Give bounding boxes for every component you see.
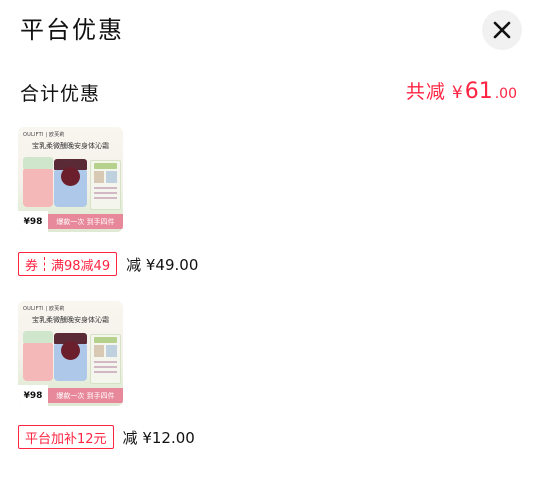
summary-total-prefix: 共减: [405, 81, 446, 103]
close-button[interactable]: [482, 10, 522, 50]
discount-item: OULIFTI | 欧芙莉 宝乳柔微醺晚安身体沁霜 ¥98 爆款一次 到手四件 …: [18, 127, 518, 276]
coupon-badge: 券 满98减49: [18, 252, 118, 276]
summary-total: 共减 ¥ 61 .00: [406, 77, 517, 104]
subsidy-text: 平台加补12元: [25, 431, 107, 447]
thumb-headline: 宝乳柔微醺晚安身体沁霜: [32, 316, 109, 324]
subsidy-badge: 平台加补12元: [18, 425, 114, 449]
thumb-price: ¥98: [23, 390, 43, 401]
gift-panel-image: [90, 334, 121, 384]
thumb-price-bar: ¥98 爆款一次 到手四件: [18, 385, 123, 406]
summary-total-integer: 61: [464, 79, 493, 104]
blue-jar-image: [54, 333, 87, 381]
summary-total-decimal: .00: [494, 86, 517, 102]
product-thumbnail[interactable]: OULIFTI | 欧芙莉 宝乳柔微醺晚安身体沁霜 ¥98 爆款一次 到手四件: [18, 301, 123, 406]
thumb-headline: 宝乳柔微醺晚安身体沁霜: [32, 142, 109, 150]
pink-jar-image: [23, 331, 53, 381]
coupon-rule: 满98减49: [51, 258, 111, 274]
thumb-price-bar: ¥98 爆款一次 到手四件: [18, 211, 123, 232]
thumb-brand: OULIFTI | 欧芙莉: [23, 132, 65, 138]
thumb-brand: OULIFTI | 欧芙莉: [23, 306, 65, 312]
popup-title: 平台优惠: [20, 16, 124, 44]
summary-total-currency: ¥: [451, 83, 463, 103]
summary-label: 合计优惠: [20, 83, 101, 105]
item-meta: 券 满98减49 减 ¥49.00: [18, 252, 198, 276]
reduce-amount: 减 ¥12.00: [122, 428, 195, 447]
product-thumbnail[interactable]: OULIFTI | 欧芙莉 宝乳柔微醺晚安身体沁霜 ¥98 爆款一次 到手四件: [18, 127, 123, 232]
item-meta: 平台加补12元 减 ¥12.00: [18, 425, 195, 449]
thumb-promo: 爆款一次 到手四件: [48, 214, 123, 229]
coupon-type-label: 券: [25, 258, 39, 274]
reduce-amount: 减 ¥49.00: [126, 255, 199, 274]
thumb-price: ¥98: [23, 216, 43, 227]
gift-panel-image: [90, 160, 121, 210]
pink-jar-image: [23, 157, 53, 207]
close-icon: [493, 21, 511, 39]
discount-item: OULIFTI | 欧芙莉 宝乳柔微醺晚安身体沁霜 ¥98 爆款一次 到手四件 …: [18, 301, 518, 449]
thumb-promo: 爆款一次 到手四件: [48, 388, 123, 403]
blue-jar-image: [54, 159, 87, 207]
